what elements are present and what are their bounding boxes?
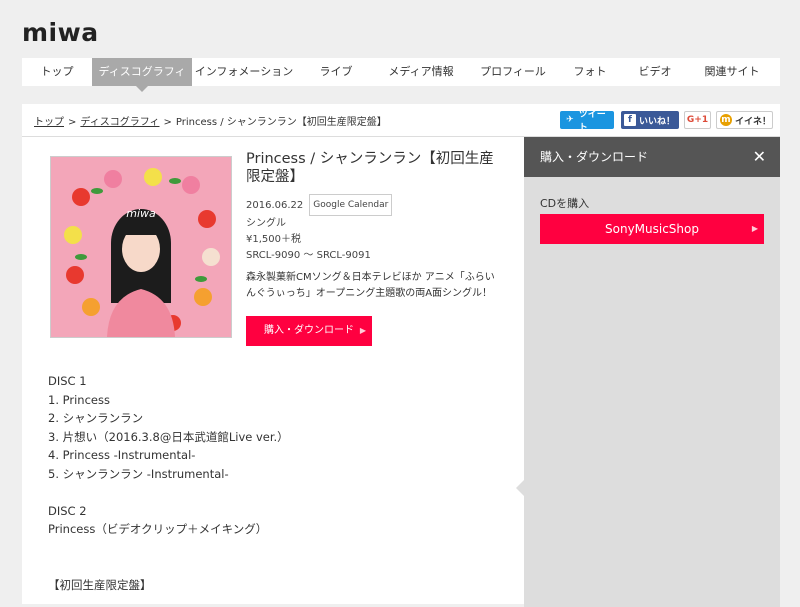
close-icon[interactable]: ✕ (753, 137, 766, 177)
sidebar-title: 購入・ダウンロード (540, 150, 649, 164)
sidebar-header: 購入・ダウンロード ✕ (524, 137, 780, 177)
mixi-check-button[interactable]: m イイネ！ (716, 111, 773, 129)
release-date: 2016.06.22 (246, 200, 304, 211)
tracklist: DISC 1 1. Princess 2. シャンランラン 3. 片想い（201… (48, 372, 289, 594)
mixi-check-label: イイネ！ (735, 116, 772, 127)
tracklist-line: 1. Princess (48, 392, 110, 407)
nav-item-live[interactable]: ライブ (296, 58, 376, 86)
tracklist-line: 【初回生産限定盤】 (48, 577, 152, 592)
tracklist-line: 2. シャンランラン (48, 411, 144, 425)
twitter-bird-icon: ✈ (566, 115, 574, 125)
tracklist-line (48, 539, 289, 558)
facebook-like-label: いいね！ (639, 116, 676, 127)
tracklist-line: 4. Princess -Instrumental- (48, 448, 196, 462)
tracklist-line: DISC 2 (48, 503, 87, 518)
tracklist-line: 5. シャンランラン -Instrumental- (48, 466, 229, 481)
nav-item-top[interactable]: トップ (22, 58, 92, 86)
breadcrumb-separator: > (68, 117, 77, 128)
release-title: Princess / シャンランラン【初回生産限定盤】 (246, 151, 494, 185)
mixi-icon: m (720, 114, 732, 126)
nav-item-information[interactable]: インフォメーション (192, 58, 296, 86)
breadcrumb-top-link[interactable]: トップ (34, 117, 64, 128)
main-nav: トップ ディスコグラフィ インフォメーション ライブ メディア情報 プロフィール… (22, 58, 780, 92)
facebook-like-button[interactable]: f いいね！ (621, 111, 679, 129)
release-date-row: 2016.06.22 Google Calendar (246, 194, 506, 216)
site-logo[interactable]: miwa (22, 18, 99, 47)
buy-download-label: 購入・ダウンロード (264, 325, 354, 336)
release-catalog: SRCL-9090 〜 SRCL-9091 (246, 250, 371, 261)
google-plus-button[interactable]: G+1 (684, 111, 711, 129)
buy-download-button[interactable]: 購入・ダウンロード ▶ (246, 316, 372, 346)
nav-item-video[interactable]: ビデオ (620, 58, 690, 86)
tracklist-line (48, 557, 289, 576)
twitter-share-label: ツイート (578, 110, 606, 133)
cd-purchase-label: CDを購入 (540, 197, 590, 210)
nav-item-discography[interactable]: ディスコグラフィ (92, 58, 192, 92)
breadcrumb-current: Princess / シャンランラン【初回生産限定盤】 (175, 117, 387, 128)
nav-item-media[interactable]: メディア情報 (376, 58, 466, 86)
cover-logo-text: miwa (126, 207, 156, 220)
breadcrumb: トップ > ディスコグラフィ > Princess / シャンランラン【初回生産限定盤】 (34, 113, 387, 128)
tracklist-line: Princess（ビデオクリップ＋メイキング） (48, 522, 268, 536)
tracklist-line (48, 483, 289, 502)
album-cover: miwa (50, 156, 232, 338)
nav-item-related[interactable]: 関連サイト (690, 58, 774, 86)
breadcrumb-discography-link[interactable]: ディスコグラフィ (80, 117, 159, 128)
release-info: Princess / シャンランラン【初回生産限定盤】 2016.06.22 Go… (246, 150, 506, 302)
purchase-sidebar: 購入・ダウンロード ✕ CDを購入 SonyMusicShop ▶ (516, 137, 780, 607)
tracklist-line: DISC 1 (48, 374, 87, 388)
sonymusicshop-label: SonyMusicShop (605, 222, 699, 236)
breadcrumb-bar: トップ > ディスコグラフィ > Princess / シャンランラン【初回生産限定盤】… (22, 104, 780, 137)
nav-item-photo[interactable]: フォト (560, 58, 620, 86)
release-description: 森永製菓新CMソング＆日本テレビほか アニメ「ふらいんぐうぃっち」オープニング主… (246, 272, 495, 299)
release-price: ¥1,500＋税 (246, 234, 301, 245)
tracklist-line: 3. 片想い（2016.3.8@日本武道館Live ver.） (48, 429, 289, 444)
release-type: シングル (246, 218, 286, 229)
google-calendar-button[interactable]: Google Calendar (309, 194, 393, 216)
breadcrumb-separator: > (163, 117, 172, 128)
arrow-right-icon: ▶ (751, 224, 758, 233)
twitter-share-button[interactable]: ✈ ツイート (560, 110, 614, 133)
arrow-right-icon: ▶ (359, 326, 366, 335)
google-calendar-label: Google Calendar (313, 200, 389, 210)
facebook-f-icon: f (624, 114, 636, 126)
content-panel: トップ > ディスコグラフィ > Princess / シャンランラン【初回生産限定盤】… (22, 104, 780, 607)
google-plus-label: G+1 (686, 115, 709, 125)
sonymusicshop-button[interactable]: SonyMusicShop ▶ (540, 214, 764, 244)
nav-item-profile[interactable]: プロフィール (466, 58, 560, 86)
album-cover-art: miwa (51, 157, 231, 337)
